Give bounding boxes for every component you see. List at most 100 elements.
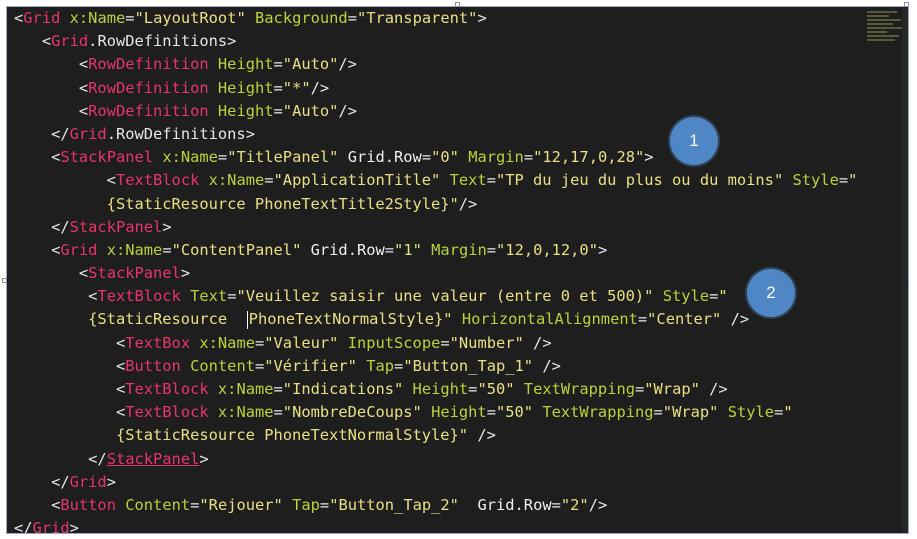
code-string-value: ": [783, 403, 793, 422]
code-line[interactable]: <TextBlock x:Name="NombreDeCoups" Height…: [14, 401, 857, 424]
code-punctuation: <: [115, 356, 126, 375]
code-attribute-name: x:Name: [199, 333, 255, 352]
code-punctuation: =: [273, 78, 283, 97]
code-punctuation: =: [273, 403, 283, 422]
code-attribute-name: TextWrapping: [523, 380, 635, 398]
code-text: Grid.Row: [310, 240, 385, 259]
code-string-value: ": [848, 171, 858, 190]
code-attribute-name: Style: [792, 171, 839, 190]
code-line[interactable]: <TextBlock x:Name="ApplicationTitle" Tex…: [14, 169, 858, 192]
code-line[interactable]: <StackPanel x:Name="TitlePanel" Grid.Row…: [14, 146, 857, 169]
code-line[interactable]: </Grid>: [14, 517, 857, 533]
code-punctuation: [515, 380, 524, 398]
code-text: Grid.Row: [477, 495, 552, 514]
code-punctuation: =: [838, 171, 849, 190]
xaml-code[interactable]: <Grid x:Name="LayoutRoot" Background="Tr…: [14, 7, 857, 533]
code-attribute-name: Style: [727, 403, 775, 422]
code-punctuation: <: [78, 78, 89, 97]
code-attribute-name: Style: [662, 287, 710, 306]
code-attribute-name: x:Name: [217, 380, 274, 398]
code-string-value: "TP du jeu du plus ou du moins": [495, 171, 784, 190]
code-punctuation: <: [51, 240, 61, 259]
code-punctuation: [181, 357, 190, 375]
code-string-value: "Auto": [282, 101, 339, 120]
callout-badge-2: 2: [747, 269, 795, 317]
code-punctuation: [153, 148, 162, 166]
code-text: Grid.Row: [347, 148, 422, 167]
code-attribute-name: HorizontalAlignment: [461, 310, 638, 329]
code-punctuation: <: [106, 171, 116, 190]
code-line[interactable]: <Grid x:Name="ContentPanel" Grid.Row="1"…: [14, 239, 857, 262]
code-line[interactable]: </Grid.RowDefinitions>: [14, 123, 857, 146]
text-caret: [246, 310, 248, 329]
code-punctuation: <: [115, 380, 126, 398]
code-tag-name: Grid: [69, 472, 107, 491]
code-line[interactable]: <TextBlock x:Name="Indications" Height="…: [14, 378, 857, 401]
code-line[interactable]: </Grid>: [14, 471, 857, 494]
code-punctuation: />: [310, 78, 330, 97]
code-string-value: "2": [560, 495, 589, 514]
vertical-scrollbar[interactable]: [902, 7, 908, 533]
code-punctuation: =: [551, 495, 561, 514]
code-punctuation: >: [597, 240, 608, 259]
callout-badge-1: 1: [670, 117, 718, 165]
code-line[interactable]: <RowDefinition Height="Auto"/>: [14, 53, 857, 76]
code-attribute-name: Height: [217, 78, 274, 97]
code-line[interactable]: <Button Content="Rejouer" Tap="Button_Ta…: [14, 494, 857, 517]
code-tag-name: StackPanel: [88, 264, 181, 283]
code-editor[interactable]: <Grid x:Name="LayoutRoot" Background="Tr…: [7, 7, 908, 533]
code-punctuation: =: [637, 310, 648, 329]
code-string-value: {StaticResource: [88, 310, 246, 329]
code-line[interactable]: <RowDefinition Height="*"/>: [14, 77, 857, 100]
code-punctuation: .RowDefinitions>: [88, 32, 237, 51]
code-line[interactable]: <StackPanel>: [14, 262, 857, 285]
code-attribute-name: x:Name: [162, 148, 218, 167]
code-line[interactable]: <TextBox x:Name="Valeur" InputScope="Num…: [14, 332, 857, 355]
code-punctuation: [190, 334, 199, 352]
code-attribute-name: Content: [190, 356, 255, 375]
code-attribute-name: InputScope: [347, 333, 441, 352]
code-punctuation: =: [254, 333, 265, 352]
code-punctuation: =: [273, 101, 283, 120]
code-string-value: "50": [495, 403, 534, 422]
code-punctuation: [246, 9, 255, 27]
code-line[interactable]: {StaticResource PhoneTextTitle2Style}"/>: [14, 193, 857, 216]
code-attribute-name: Background: [255, 9, 348, 27]
code-tag-name: Button: [125, 356, 181, 375]
code-line[interactable]: <Button Content="Vérifier" Tap="Button_T…: [14, 355, 857, 378]
code-line[interactable]: <Grid.RowDefinitions>: [14, 30, 857, 53]
code-string-value: "LayoutRoot": [134, 9, 246, 27]
code-punctuation: [209, 403, 218, 421]
code-line[interactable]: <Grid x:Name="LayoutRoot" Background="Tr…: [14, 7, 857, 30]
code-attribute-name: Text: [190, 287, 228, 306]
code-attribute-name: Margin: [468, 148, 524, 167]
code-punctuation: [209, 55, 218, 73]
minimap[interactable]: [867, 9, 905, 57]
code-line[interactable]: </StackPanel>: [14, 216, 857, 239]
code-punctuation: />: [533, 356, 561, 375]
code-punctuation: />: [338, 55, 357, 74]
code-line[interactable]: {StaticResource PhoneTextNormalStyle}" /…: [14, 424, 857, 447]
code-punctuation: [338, 148, 347, 166]
code-line[interactable]: <TextBlock Text="Veuillez saisir une val…: [14, 285, 857, 308]
code-string-value: "Indications": [282, 380, 404, 398]
code-string-value: ": [718, 287, 728, 306]
code-punctuation: [422, 241, 431, 259]
code-punctuation: >: [180, 264, 191, 283]
code-tag-name: TextBlock: [97, 287, 181, 306]
code-punctuation: </: [14, 519, 33, 533]
code-line[interactable]: <RowDefinition Height="Auto"/>: [14, 100, 857, 123]
code-line[interactable]: </StackPanel>: [14, 448, 857, 471]
code-punctuation: [209, 380, 218, 398]
code-string-value: "Rejouer": [199, 495, 283, 514]
code-punctuation: =: [421, 148, 432, 167]
code-line[interactable]: {StaticResource PhoneTextNormalStyle}" H…: [14, 308, 857, 331]
